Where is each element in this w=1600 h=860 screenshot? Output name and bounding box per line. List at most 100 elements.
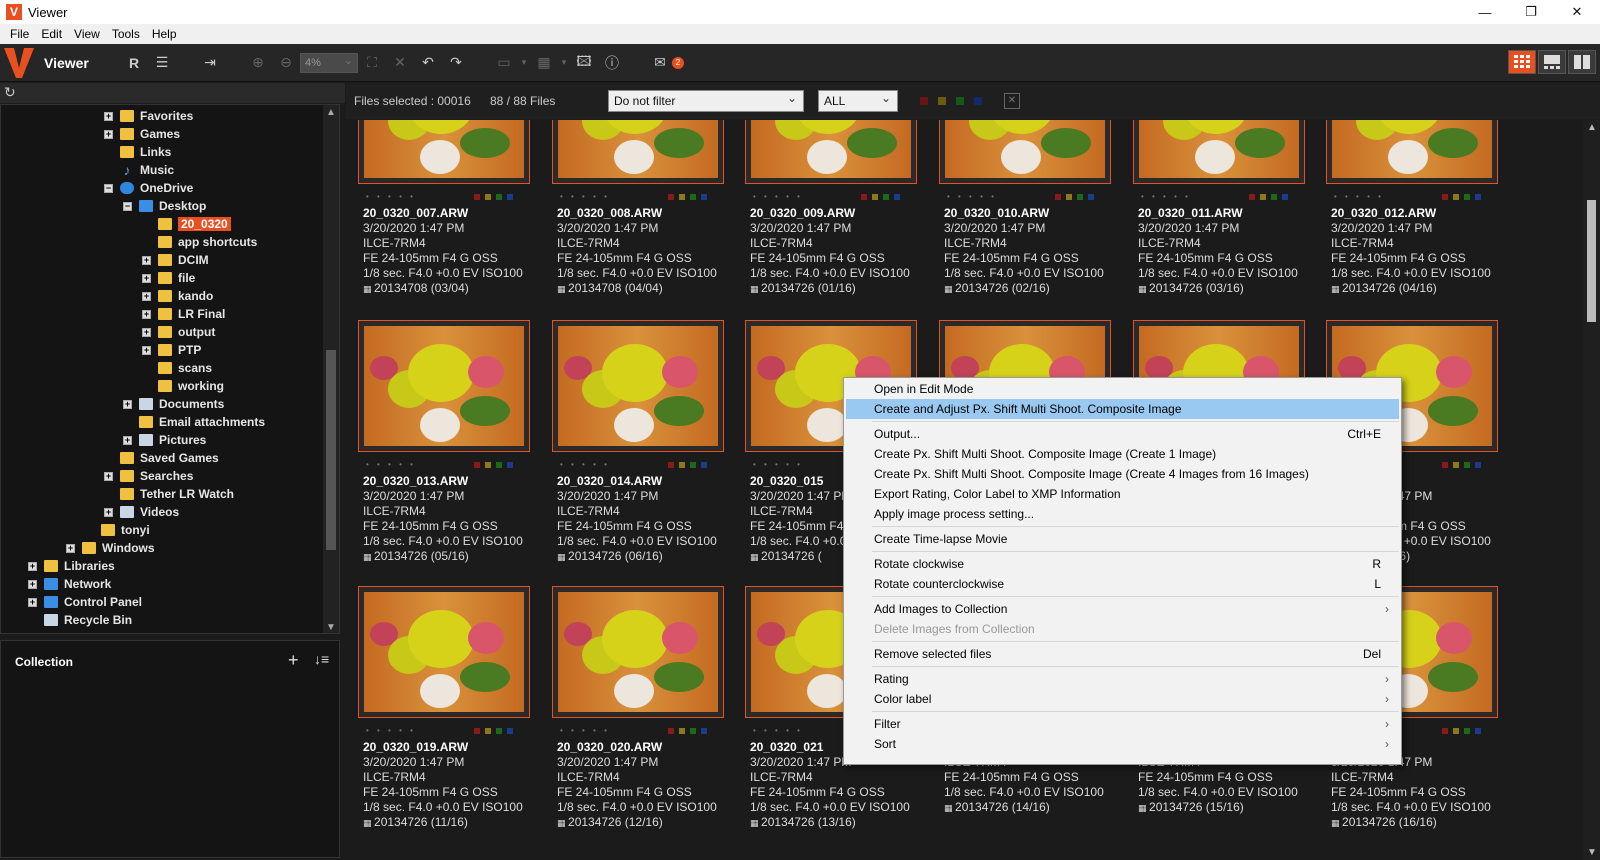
color-label-swatch[interactable] (894, 194, 900, 200)
menu-view[interactable]: View (68, 27, 106, 41)
rating-dots[interactable]: • • • • • (560, 726, 610, 735)
color-label-swatch[interactable] (496, 194, 502, 200)
expand-icon[interactable]: + (104, 111, 113, 121)
color-label-swatch[interactable] (474, 462, 480, 468)
context-menu-item[interactable]: Sort › (846, 734, 1399, 754)
rating-dots[interactable]: • • • • • (947, 192, 997, 201)
color-label-swatch[interactable] (1475, 728, 1481, 734)
filter-dropdown[interactable]: Do not filter (608, 90, 804, 112)
color-labels[interactable] (1055, 194, 1094, 200)
color-label-swatch[interactable] (668, 728, 674, 734)
color-label-swatch[interactable] (1453, 728, 1459, 734)
expand-icon[interactable]: + (104, 129, 113, 139)
color-label-swatch[interactable] (474, 728, 480, 734)
grid-scroll-down-icon[interactable]: ▼ (1586, 847, 1598, 858)
zoom-select[interactable]: 4% (300, 52, 358, 73)
color-label-swatch[interactable] (1464, 462, 1470, 468)
tree-item[interactable]: + Control Panel (28, 593, 142, 611)
color-label-swatch[interactable] (1453, 462, 1459, 468)
color-label-swatch[interactable] (690, 462, 696, 468)
context-menu-item[interactable]: Open in Edit Mode (846, 379, 1399, 399)
rating-dots[interactable]: • • • • • (560, 192, 610, 201)
tree-item[interactable]: ♪ Music (104, 161, 175, 179)
color-label-swatch[interactable] (485, 462, 491, 468)
color-label-swatch[interactable] (1442, 194, 1448, 200)
color-label-swatch[interactable] (1249, 194, 1255, 200)
tree-item[interactable]: 20_0320 (142, 215, 231, 233)
color-label-swatch[interactable] (507, 462, 513, 468)
yellow-label-filter[interactable] (938, 97, 946, 105)
color-label-swatch[interactable] (1464, 728, 1470, 734)
color-label-swatch[interactable] (701, 194, 707, 200)
tree-item[interactable]: − OneDrive (104, 179, 193, 197)
color-label-swatch[interactable] (1088, 194, 1094, 200)
color-labels[interactable] (474, 194, 513, 200)
tree-item[interactable]: + Favorites (104, 107, 193, 125)
rating-dots[interactable]: • • • • • (366, 192, 416, 201)
thumbnail-frame[interactable] (358, 320, 530, 452)
info-icon[interactable]: ⓘ (599, 50, 625, 76)
tree-item[interactable]: working (142, 377, 224, 395)
color-labels[interactable] (1249, 194, 1288, 200)
fit-icon[interactable]: ⛶ (359, 50, 385, 76)
zoom-in-icon[interactable]: ⊕ (245, 50, 271, 76)
context-menu-item[interactable]: Add Images to Collection › (846, 599, 1399, 619)
tree-item[interactable]: Recycle Bin (28, 611, 132, 629)
color-labels[interactable] (861, 194, 900, 200)
sort-collection-icon[interactable]: ↓≡ (314, 651, 329, 667)
color-labels[interactable] (474, 728, 513, 734)
edit-mode-icon[interactable]: R (121, 50, 147, 76)
tree-item[interactable]: + Windows (66, 539, 155, 557)
tree-item[interactable]: + PTP (142, 341, 201, 359)
context-menu-item[interactable]: Export Rating, Color Label to XMP Inform… (846, 484, 1399, 504)
thumbnail-frame[interactable] (1133, 120, 1305, 184)
color-label-swatch[interactable] (679, 728, 685, 734)
color-label-swatch[interactable] (507, 194, 513, 200)
zoom-out-icon[interactable]: ⊖ (273, 50, 299, 76)
expand-icon[interactable]: + (123, 399, 132, 409)
color-label-swatch[interactable] (1271, 194, 1277, 200)
color-label-swatch[interactable] (1464, 194, 1470, 200)
color-label-swatch[interactable] (679, 194, 685, 200)
rating-dots[interactable]: • • • • • (560, 460, 610, 469)
tree-item[interactable]: Tether LR Watch (104, 485, 234, 503)
context-menu-item[interactable]: Remove selected files Del (846, 644, 1399, 664)
color-label-swatch[interactable] (872, 194, 878, 200)
scroll-down-icon[interactable]: ▼ (325, 622, 337, 633)
actual-size-icon[interactable]: ✕ (387, 50, 413, 76)
expand-icon[interactable]: + (142, 255, 151, 265)
color-labels[interactable] (668, 462, 707, 468)
color-label-swatch[interactable] (690, 194, 696, 200)
context-menu-item[interactable]: Create Px. Shift Multi Shoot. Composite … (846, 444, 1399, 464)
color-labels[interactable] (1442, 194, 1481, 200)
context-menu-item[interactable]: Rating › (846, 669, 1399, 689)
color-label-swatch[interactable] (883, 194, 889, 200)
color-label-swatch[interactable] (1055, 194, 1061, 200)
color-label-swatch[interactable] (1475, 194, 1481, 200)
color-labels[interactable] (1442, 728, 1481, 734)
rating-dots[interactable]: • • • • • (366, 726, 416, 735)
expand-icon[interactable]: + (123, 435, 132, 445)
mail-icon[interactable]: ✉ (647, 50, 673, 76)
context-menu-item[interactable]: Filter › (846, 714, 1399, 734)
thumbnail-cell[interactable]: • • • • • 20_0320_019.ARW 3/20/2020 1:47 P… (346, 586, 530, 850)
expand-icon[interactable]: + (142, 309, 151, 319)
menu-tools[interactable]: Tools (106, 27, 146, 41)
rating-dots[interactable]: • • • • • (753, 726, 803, 735)
color-label-swatch[interactable] (1442, 728, 1448, 734)
preview-layout-icon[interactable] (1568, 50, 1596, 74)
survey-dropdown-icon[interactable]: ▾ (559, 50, 569, 76)
filmstrip-layout-icon[interactable] (1538, 50, 1566, 74)
color-labels[interactable] (668, 728, 707, 734)
color-label-swatch[interactable] (474, 194, 480, 200)
color-label-swatch[interactable] (1282, 194, 1288, 200)
tree-item[interactable]: + Videos (104, 503, 179, 521)
color-label-swatch[interactable] (679, 462, 685, 468)
rotate-left-icon[interactable]: ↶ (415, 50, 441, 76)
expand-icon[interactable]: + (142, 327, 151, 337)
tree-item[interactable]: + Searches (104, 467, 193, 485)
context-menu-item[interactable]: Rotate counterclockwise L (846, 574, 1399, 594)
grid-layout-icon[interactable] (1508, 50, 1536, 74)
restore-button[interactable]: ❐ (1508, 0, 1554, 24)
color-label-swatch[interactable] (690, 728, 696, 734)
